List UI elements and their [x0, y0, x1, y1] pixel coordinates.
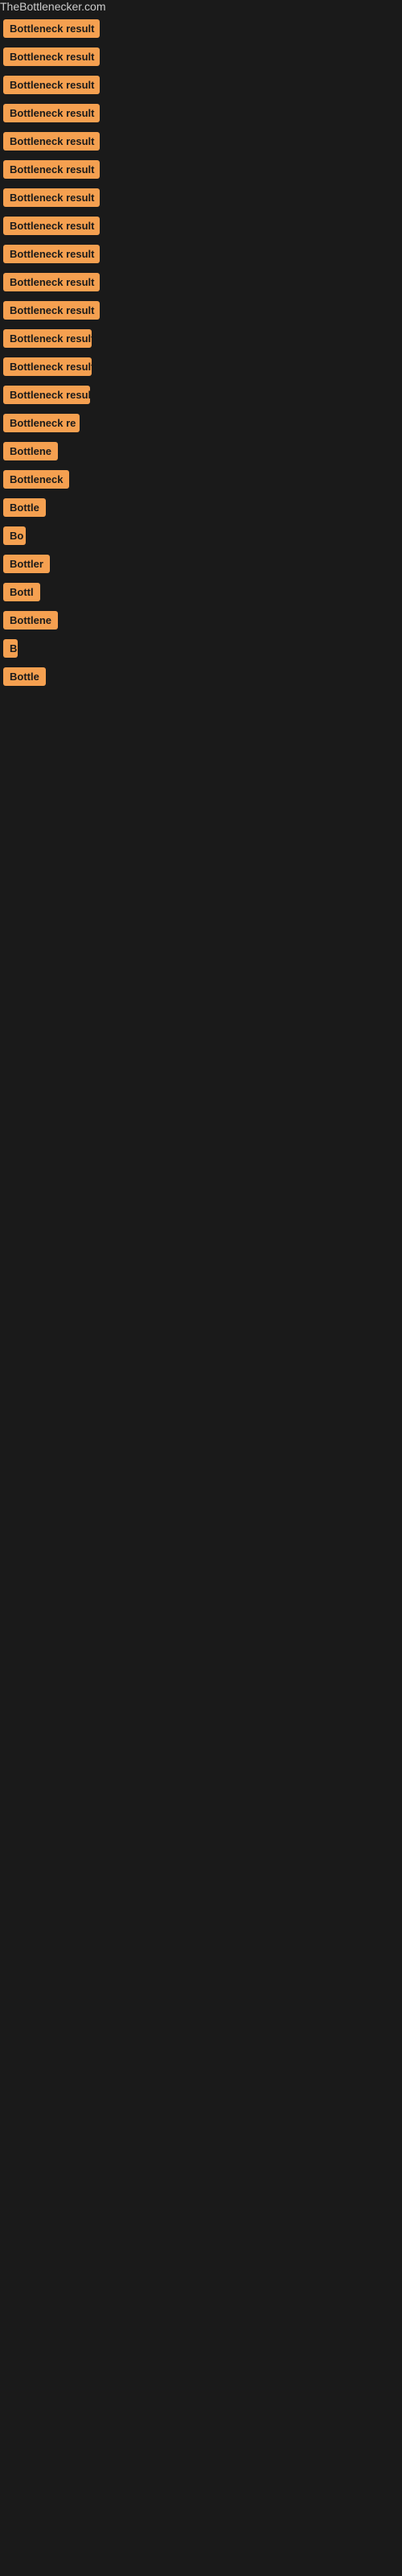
bottleneck-badge-7[interactable]: Bottleneck result	[3, 188, 100, 207]
bottleneck-badge-22[interactable]: Bottlene	[3, 611, 58, 630]
bottleneck-badge-3[interactable]: Bottleneck result	[3, 76, 100, 94]
result-row-6: Bottleneck result	[0, 155, 402, 184]
result-row-23: B	[0, 634, 402, 663]
bottleneck-badge-21[interactable]: Bottl	[3, 583, 40, 601]
result-row-5: Bottleneck result	[0, 127, 402, 155]
bottleneck-badge-2[interactable]: Bottleneck result	[3, 47, 100, 66]
bottleneck-badge-5[interactable]: Bottleneck result	[3, 132, 100, 151]
bottleneck-badge-24[interactable]: Bottle	[3, 667, 46, 686]
bottleneck-badge-18[interactable]: Bottle	[3, 498, 46, 517]
result-row-16: Bottlene	[0, 437, 402, 465]
result-row-17: Bottleneck	[0, 465, 402, 493]
bottleneck-badge-14[interactable]: Bottleneck result	[3, 386, 90, 404]
bottleneck-badge-1[interactable]: Bottleneck result	[3, 19, 100, 38]
result-row-15: Bottleneck re	[0, 409, 402, 437]
result-row-7: Bottleneck result	[0, 184, 402, 212]
result-row-2: Bottleneck result	[0, 43, 402, 71]
result-row-11: Bottleneck result	[0, 296, 402, 324]
result-row-4: Bottleneck result	[0, 99, 402, 127]
bottleneck-badge-23[interactable]: B	[3, 639, 18, 658]
bottleneck-badge-15[interactable]: Bottleneck re	[3, 414, 80, 432]
result-row-8: Bottleneck result	[0, 212, 402, 240]
result-row-14: Bottleneck result	[0, 381, 402, 409]
result-row-10: Bottleneck result	[0, 268, 402, 296]
bottleneck-badge-4[interactable]: Bottleneck result	[3, 104, 100, 122]
result-row-1: Bottleneck result	[0, 14, 402, 43]
result-row-3: Bottleneck result	[0, 71, 402, 99]
result-row-24: Bottle	[0, 663, 402, 691]
bottleneck-badge-13[interactable]: Bottleneck result	[3, 357, 92, 376]
bottleneck-badge-19[interactable]: Bo	[3, 526, 26, 545]
result-row-20: Bottler	[0, 550, 402, 578]
bottleneck-badge-10[interactable]: Bottleneck result	[3, 273, 100, 291]
bottleneck-badge-9[interactable]: Bottleneck result	[3, 245, 100, 263]
result-row-18: Bottle	[0, 493, 402, 522]
result-row-21: Bottl	[0, 578, 402, 606]
bottleneck-badge-16[interactable]: Bottlene	[3, 442, 58, 460]
bottleneck-badge-11[interactable]: Bottleneck result	[3, 301, 100, 320]
result-row-9: Bottleneck result	[0, 240, 402, 268]
bottleneck-badge-20[interactable]: Bottler	[3, 555, 50, 573]
bottleneck-badge-8[interactable]: Bottleneck result	[3, 217, 100, 235]
result-row-22: Bottlene	[0, 606, 402, 634]
result-row-19: Bo	[0, 522, 402, 550]
site-header: TheBottlenecker.com	[0, 0, 402, 14]
bottleneck-badge-17[interactable]: Bottleneck	[3, 470, 69, 489]
result-row-13: Bottleneck result	[0, 353, 402, 381]
bottleneck-badge-6[interactable]: Bottleneck result	[3, 160, 100, 179]
results-list: Bottleneck result Bottleneck result Bottle…	[0, 14, 402, 691]
result-row-12: Bottleneck result	[0, 324, 402, 353]
bottleneck-badge-12[interactable]: Bottleneck result	[3, 329, 92, 348]
